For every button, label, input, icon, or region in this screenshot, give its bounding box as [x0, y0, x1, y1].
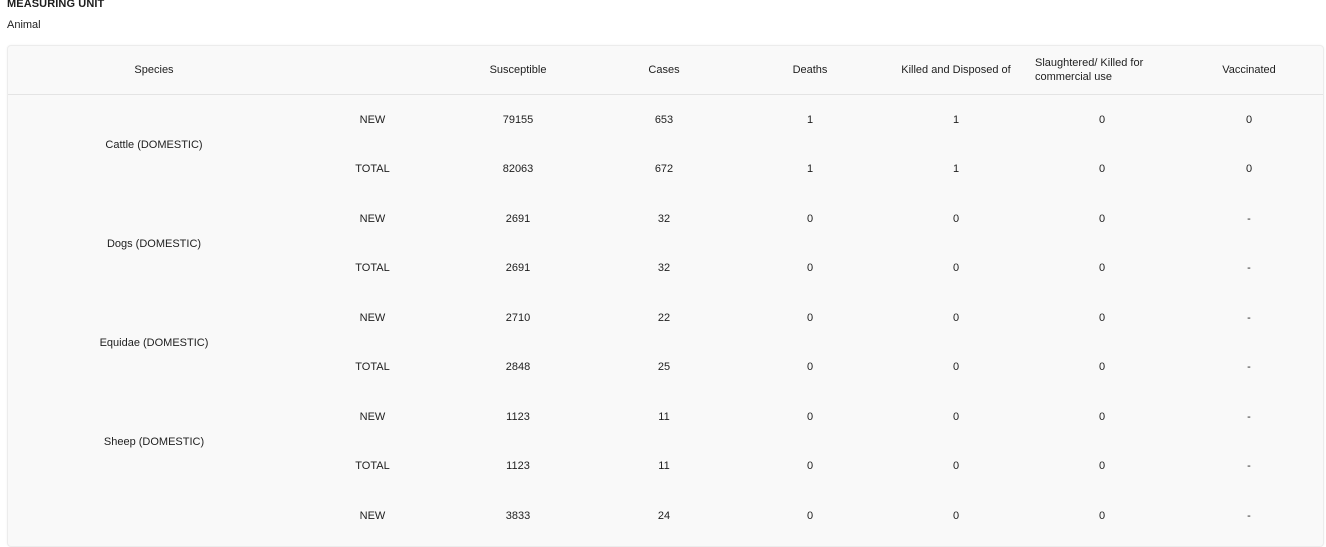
table-header-row: Species Susceptible Cases Deaths Killed … — [8, 46, 1323, 95]
table-row: Dogs (DOMESTIC) NEW 2691 32 0 0 0 - — [8, 194, 1323, 250]
header-slaughtered: Slaughtered/ Killed for commercial use — [1029, 46, 1175, 95]
cases-value: 22 — [657, 311, 671, 324]
species-cell: Equidae (DOMESTIC) — [99, 336, 209, 349]
species-cell: Sheep (DOMESTIC) — [103, 435, 205, 448]
vaccinated-value: 0 — [1245, 163, 1253, 176]
row-type: TOTAL — [355, 262, 390, 275]
header-cases: Cases — [591, 46, 737, 95]
deaths-value: 1 — [806, 113, 814, 126]
slaughtered-value: 0 — [1098, 410, 1106, 423]
measuring-unit-value: Animal — [7, 19, 41, 31]
vaccinated-value: - — [1247, 262, 1251, 275]
slaughtered-value: 0 — [1098, 509, 1106, 522]
killed-value: 0 — [952, 460, 960, 473]
killed-value: 0 — [952, 212, 960, 225]
header-type — [300, 46, 445, 95]
vaccinated-value: - — [1247, 410, 1251, 423]
row-type: TOTAL — [355, 163, 390, 176]
table-body: Cattle (DOMESTIC) NEW 79155 653 1 1 0 0 … — [8, 95, 1323, 541]
vaccinated-value: - — [1247, 311, 1251, 324]
vaccinated-value: - — [1247, 460, 1251, 473]
susceptible-value: 3833 — [505, 509, 531, 522]
table-row: Sheep (DOMESTIC) NEW 1123 11 0 0 0 - — [8, 392, 1323, 448]
slaughtered-value: 0 — [1098, 212, 1106, 225]
vaccinated-value: - — [1247, 361, 1251, 374]
killed-value: 0 — [952, 311, 960, 324]
cases-value: 653 — [654, 113, 674, 126]
species-cell — [8, 491, 300, 541]
cases-value: 24 — [657, 509, 671, 522]
susceptible-value: 2691 — [505, 212, 531, 225]
slaughtered-value: 0 — [1098, 460, 1106, 473]
cases-value: 11 — [658, 410, 670, 423]
deaths-value: 1 — [806, 163, 814, 176]
measuring-unit-title: MEASURING UNIT — [7, 0, 105, 10]
slaughtered-value: 0 — [1098, 113, 1106, 126]
deaths-value: 0 — [806, 460, 814, 473]
susceptible-value: 2848 — [505, 361, 531, 374]
row-type: NEW — [359, 509, 386, 522]
deaths-value: 0 — [806, 262, 814, 275]
slaughtered-value: 0 — [1098, 361, 1106, 374]
cases-value: 32 — [657, 212, 671, 225]
table-row: Equidae (DOMESTIC) NEW 2710 22 0 0 0 - — [8, 293, 1323, 349]
measuring-unit-block: MEASURING UNIT Animal — [7, 0, 104, 31]
species-cell: Cattle (DOMESTIC) — [105, 138, 203, 151]
deaths-value: 0 — [806, 509, 814, 522]
header-species: Species — [8, 46, 300, 95]
deaths-value: 0 — [806, 311, 814, 324]
row-type: NEW — [359, 410, 386, 423]
header-killed: Killed and Disposed of — [883, 46, 1029, 95]
row-type: TOTAL — [355, 361, 390, 374]
header-susceptible: Susceptible — [445, 46, 591, 95]
killed-value: 1 — [952, 163, 960, 176]
cases-value: 25 — [657, 361, 671, 374]
row-type: NEW — [359, 311, 386, 324]
deaths-value: 0 — [806, 410, 814, 423]
deaths-value: 0 — [806, 212, 814, 225]
susceptible-value: 1123 — [506, 410, 530, 423]
cases-value: 32 — [657, 262, 671, 275]
table-row: NEW 3833 24 0 0 0 - — [8, 491, 1323, 541]
deaths-value: 0 — [806, 361, 814, 374]
slaughtered-value: 0 — [1098, 163, 1106, 176]
killed-value: 1 — [952, 113, 960, 126]
header-deaths: Deaths — [737, 46, 883, 95]
row-type: NEW — [359, 212, 386, 225]
susceptible-value: 1123 — [506, 460, 530, 473]
outbreak-table-card: Species Susceptible Cases Deaths Killed … — [7, 45, 1324, 547]
killed-value: 0 — [952, 410, 960, 423]
row-type: NEW — [359, 113, 386, 126]
species-cell: Dogs (DOMESTIC) — [106, 237, 202, 250]
vaccinated-value: - — [1247, 509, 1251, 522]
slaughtered-value: 0 — [1098, 311, 1106, 324]
header-vaccinated: Vaccinated — [1175, 46, 1323, 95]
vaccinated-value: 0 — [1245, 113, 1253, 126]
slaughtered-value: 0 — [1098, 262, 1106, 275]
susceptible-value: 2710 — [505, 311, 531, 324]
row-type: TOTAL — [355, 460, 390, 473]
killed-value: 0 — [952, 509, 960, 522]
outbreak-table: Species Susceptible Cases Deaths Killed … — [8, 46, 1323, 541]
killed-value: 0 — [952, 262, 960, 275]
cases-value: 672 — [654, 163, 674, 176]
vaccinated-value: - — [1247, 212, 1251, 225]
susceptible-value: 79155 — [502, 113, 534, 126]
cases-value: 11 — [658, 460, 670, 473]
susceptible-value: 82063 — [502, 163, 534, 176]
killed-value: 0 — [952, 361, 960, 374]
susceptible-value: 2691 — [505, 262, 531, 275]
table-row: Cattle (DOMESTIC) NEW 79155 653 1 1 0 0 — [8, 95, 1323, 151]
